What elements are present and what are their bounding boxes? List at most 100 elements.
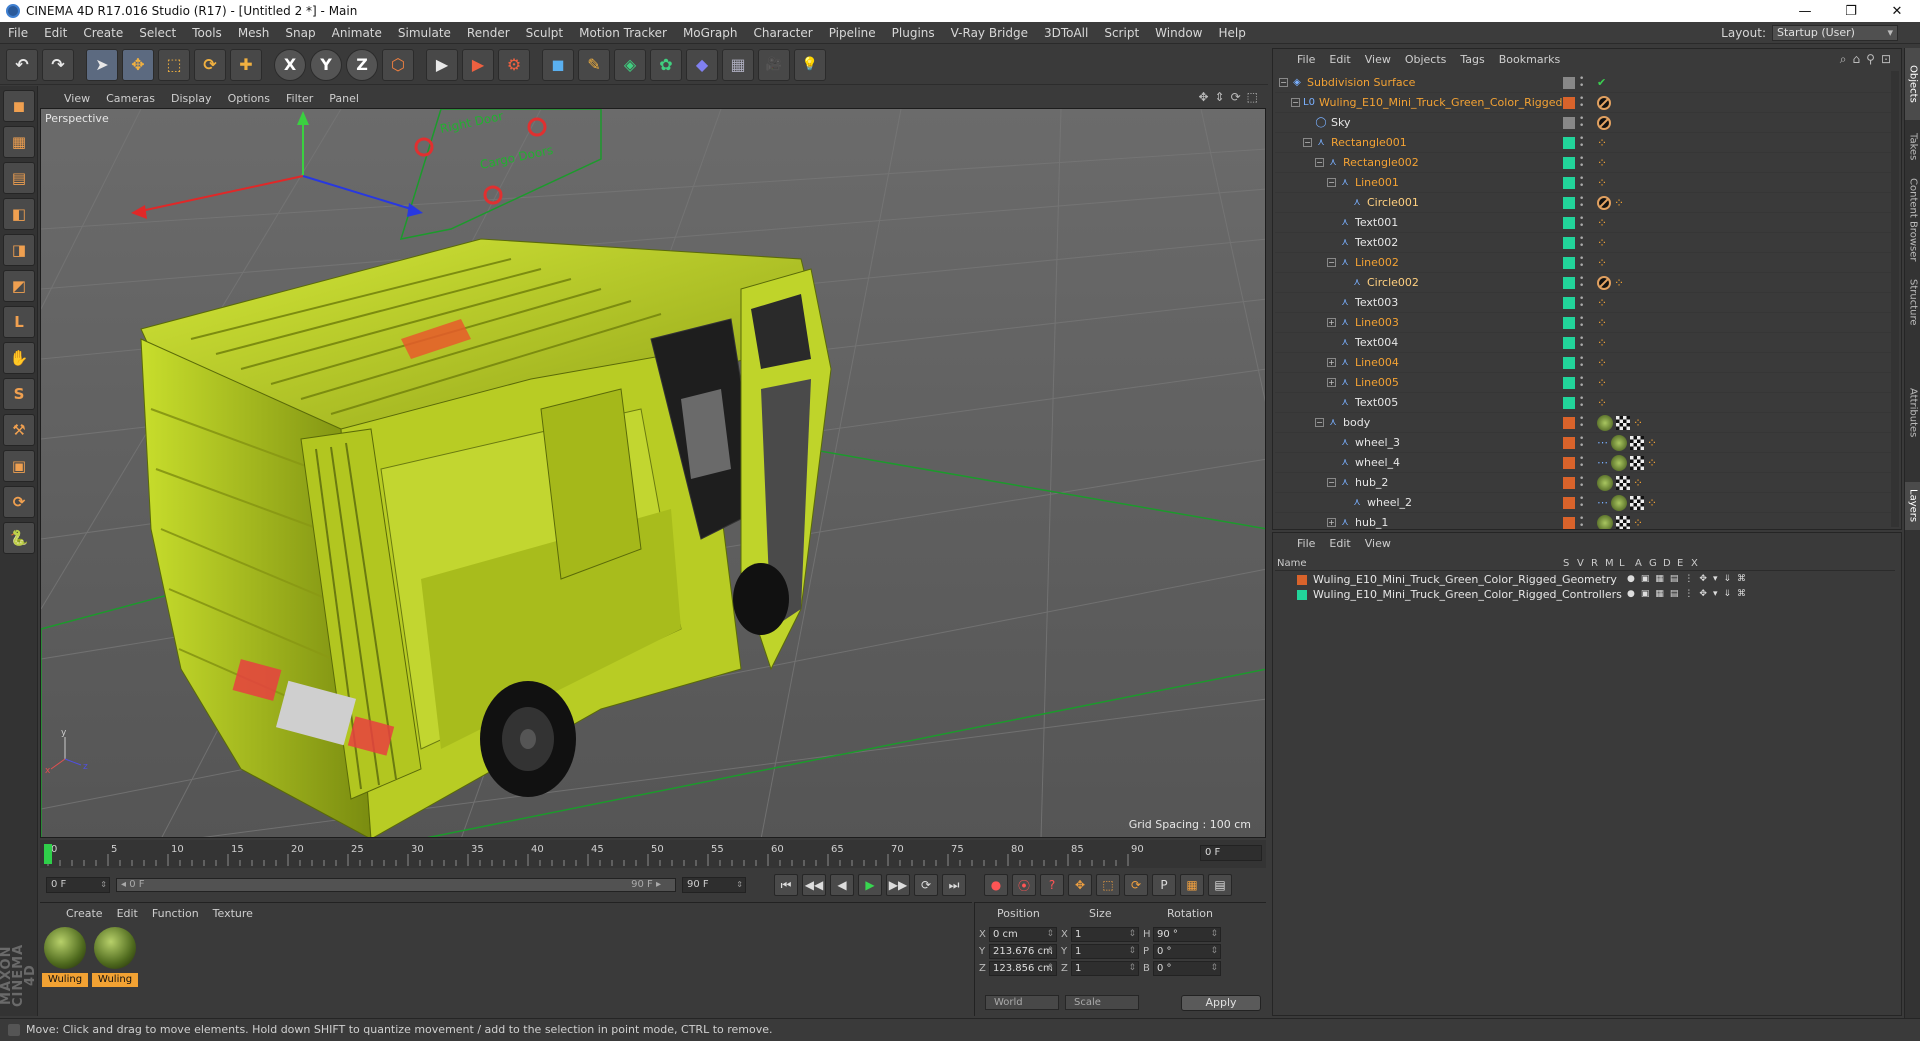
- viewport-move-icon[interactable]: ✥: [1198, 90, 1208, 104]
- scale-key-icon[interactable]: ⬚: [1096, 874, 1120, 896]
- material-menu-function[interactable]: Function: [152, 907, 199, 920]
- constraint-tag-icon[interactable]: ⋯: [1597, 456, 1608, 469]
- object-row-circle002[interactable]: ⋏ Circle002 • • ⁘: [1275, 273, 1895, 293]
- layer-toggle-icon[interactable]: ⇓: [1723, 574, 1731, 584]
- xpresso-tag-icon[interactable]: ⁘: [1597, 256, 1607, 270]
- layer-column-g[interactable]: G: [1649, 558, 1657, 569]
- material-menu-texture[interactable]: Texture: [213, 907, 253, 920]
- material-menu-create[interactable]: Create: [66, 907, 103, 920]
- layer-color-swatch[interactable]: [1563, 296, 1575, 309]
- y-axis-lock-button[interactable]: Y: [310, 48, 342, 81]
- tree-expand-toggle-icon[interactable]: −: [1315, 418, 1324, 427]
- layer-column-s[interactable]: S: [1563, 558, 1569, 569]
- visibility-dots-icon[interactable]: • •: [1579, 454, 1587, 470]
- protection-tag-icon[interactable]: [1597, 195, 1611, 210]
- object-name[interactable]: wheel_3: [1355, 436, 1400, 449]
- subdivision-surface-icon[interactable]: ◈: [614, 48, 646, 81]
- side-tab-takes[interactable]: Takes: [1905, 124, 1920, 170]
- layer-color-swatch[interactable]: [1563, 196, 1575, 209]
- object-row-wheel-4[interactable]: ⋏ wheel_4 • • ⋯ ⁘: [1275, 453, 1895, 473]
- menu-character[interactable]: Character: [745, 26, 820, 40]
- menu-snap[interactable]: Snap: [277, 26, 323, 40]
- end-frame-field[interactable]: 90 F ⇕: [682, 877, 746, 893]
- layer-color-swatch[interactable]: [1563, 476, 1575, 489]
- xpresso-tag-icon[interactable]: ⁘: [1647, 496, 1657, 510]
- object-row-wuling-e10-mini-truck-green-color-rigged[interactable]: − L0 Wuling_E10_Mini_Truck_Green_Color_Rig…: [1275, 93, 1895, 113]
- tree-expand-toggle-icon[interactable]: −: [1303, 138, 1312, 147]
- locked-workplane-icon[interactable]: ▣: [3, 450, 35, 482]
- uvw-tag-icon[interactable]: [1630, 495, 1644, 510]
- object-name[interactable]: wheel_2: [1367, 496, 1412, 509]
- tree-expand-toggle-icon[interactable]: +: [1327, 378, 1336, 387]
- object-name[interactable]: Text001: [1355, 216, 1398, 229]
- object-row-line004[interactable]: + ⋏ Line004 • • ⁘: [1275, 353, 1895, 373]
- xpresso-tag-icon[interactable]: ⁘: [1597, 336, 1607, 350]
- material-swatch[interactable]: Wuling: [92, 927, 138, 987]
- layer-color-swatch[interactable]: [1563, 256, 1575, 269]
- prev-frame-icon[interactable]: ◀: [830, 874, 854, 896]
- menu-window[interactable]: Window: [1147, 26, 1210, 40]
- menu-pipeline[interactable]: Pipeline: [821, 26, 884, 40]
- object-name[interactable]: Circle002: [1367, 276, 1419, 289]
- filter-icon[interactable]: ⚲: [1866, 52, 1875, 67]
- object-name[interactable]: Rectangle001: [1331, 136, 1407, 149]
- object-name[interactable]: Line001: [1355, 176, 1399, 189]
- menu-edit[interactable]: Edit: [36, 26, 75, 40]
- layer-color-swatch[interactable]: [1563, 516, 1575, 529]
- viewport-menu-options[interactable]: Options: [228, 92, 270, 105]
- menu-3dtoall[interactable]: 3DToAll: [1036, 26, 1096, 40]
- object-row-text002[interactable]: ⋏ Text002 • • ⁘: [1275, 233, 1895, 253]
- material-tag-icon[interactable]: [1611, 494, 1627, 511]
- rotation-h-field[interactable]: 90 °: [1153, 926, 1221, 942]
- layer-color-swatch[interactable]: [1563, 76, 1575, 89]
- z-axis-lock-button[interactable]: Z: [346, 48, 378, 81]
- visibility-dots-icon[interactable]: • •: [1579, 374, 1587, 390]
- object-menu-objects[interactable]: Objects: [1405, 53, 1447, 66]
- menu-sculpt[interactable]: Sculpt: [518, 26, 571, 40]
- xpresso-tag-icon[interactable]: ⁘: [1614, 196, 1624, 210]
- axis-mode-icon[interactable]: L: [3, 306, 35, 338]
- point-level-icon[interactable]: ▦: [1180, 874, 1204, 896]
- xpresso-tag-icon[interactable]: ⁘: [1614, 276, 1624, 290]
- menu-simulate[interactable]: Simulate: [390, 26, 459, 40]
- tree-expand-toggle-icon[interactable]: +: [1327, 318, 1336, 327]
- object-tree-scrollbar[interactable]: [1891, 71, 1899, 527]
- viewport-menu-panel[interactable]: Panel: [329, 92, 359, 105]
- render-settings-icon[interactable]: ⚙: [498, 48, 530, 81]
- visibility-dots-icon[interactable]: • •: [1579, 494, 1587, 510]
- undo-icon[interactable]: ↶: [6, 48, 38, 81]
- visibility-dots-icon[interactable]: • •: [1579, 294, 1587, 310]
- size-y-field[interactable]: 1: [1071, 943, 1139, 959]
- playhead-marker[interactable]: [44, 844, 52, 864]
- object-name[interactable]: Line005: [1355, 376, 1399, 389]
- layer-color-swatch[interactable]: [1563, 136, 1575, 149]
- object-row-hub-2[interactable]: − ⋏ hub_2 • • ⁘: [1275, 473, 1895, 493]
- rotation-b-field[interactable]: 0 °: [1153, 960, 1221, 976]
- xpresso-tag-icon[interactable]: ⁘: [1597, 176, 1607, 190]
- visibility-dots-icon[interactable]: • •: [1579, 114, 1587, 130]
- xpresso-tag-icon[interactable]: ⁘: [1633, 416, 1643, 430]
- visibility-dots-icon[interactable]: • •: [1579, 354, 1587, 370]
- python-icon[interactable]: 🐍: [3, 522, 35, 554]
- visibility-dots-icon[interactable]: • •: [1579, 514, 1587, 529]
- layer-toggle-icon[interactable]: ⌘: [1737, 589, 1746, 599]
- visibility-dots-icon[interactable]: • •: [1579, 174, 1587, 190]
- side-tab-objects[interactable]: Objects: [1905, 48, 1920, 120]
- snap-icon[interactable]: S: [3, 378, 35, 410]
- visibility-dots-icon[interactable]: • •: [1579, 154, 1587, 170]
- visibility-dots-icon[interactable]: • •: [1579, 314, 1587, 330]
- go-to-start-icon[interactable]: ⏮: [774, 874, 798, 896]
- loop-icon[interactable]: ⟳: [914, 874, 938, 896]
- layer-toggle-icon[interactable]: ●: [1627, 574, 1635, 584]
- layer-column-a[interactable]: A: [1635, 558, 1642, 569]
- position-y-field[interactable]: 213.676 cm: [989, 943, 1057, 959]
- object-menu-file[interactable]: File: [1297, 53, 1315, 66]
- layer-color-swatch[interactable]: [1563, 456, 1575, 469]
- constraint-tag-icon[interactable]: ⋯: [1597, 436, 1608, 449]
- viewport-toggle-icon[interactable]: ⬚: [1247, 90, 1258, 104]
- viewport-menu-display[interactable]: Display: [171, 92, 212, 105]
- keyframe-selection-icon[interactable]: ?: [1040, 874, 1064, 896]
- position-z-field[interactable]: 123.856 cm: [989, 960, 1057, 976]
- object-name[interactable]: Text005: [1355, 396, 1398, 409]
- layout-dropdown[interactable]: Startup (User): [1772, 25, 1898, 41]
